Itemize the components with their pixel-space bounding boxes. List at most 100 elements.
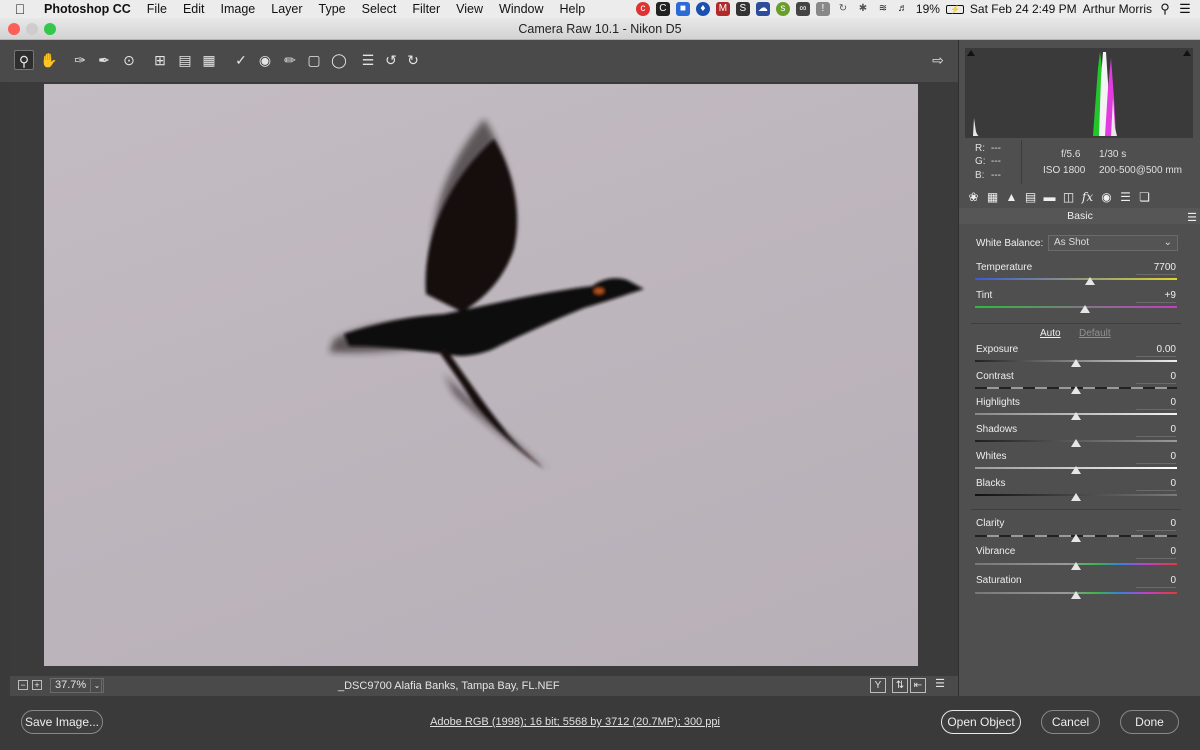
shield-icon[interactable]: S: [735, 2, 750, 16]
vibrance-value[interactable]: 0: [1136, 546, 1176, 559]
dropbox-icon[interactable]: ♦: [695, 2, 710, 16]
before-after-toggle-icon[interactable]: Y: [870, 678, 886, 693]
clarity-value[interactable]: 0: [1136, 518, 1176, 531]
clarity-slider-thumb[interactable]: [1071, 534, 1081, 542]
user-name[interactable]: Arthur Morris: [1083, 2, 1152, 16]
auto-button[interactable]: Auto: [1040, 328, 1061, 339]
zoom-window-button[interactable]: [44, 23, 56, 35]
adjustment-brush-icon[interactable]: ✏: [280, 50, 300, 70]
crop-tool-icon[interactable]: ⊞: [150, 50, 170, 70]
shadows-value[interactable]: 0: [1136, 424, 1176, 437]
image-preview[interactable]: [44, 84, 918, 666]
temperature-slider[interactable]: [975, 278, 1177, 280]
swap-settings-icon[interactable]: ⇅: [892, 678, 908, 693]
menu-type[interactable]: Type: [311, 2, 354, 16]
highlights-value[interactable]: 0: [1136, 397, 1176, 410]
hand-tool-icon[interactable]: ✋: [39, 50, 59, 70]
menu-layer[interactable]: Layer: [263, 2, 310, 16]
tone-curve-tab-icon[interactable]: ▦: [984, 189, 1001, 206]
tint-slider-thumb[interactable]: [1080, 305, 1091, 313]
copy-settings-icon[interactable]: ⇤: [910, 678, 926, 693]
menubar-clock[interactable]: Sat Feb 24 2:49 PM: [970, 2, 1077, 16]
workflow-options-link[interactable]: Adobe RGB (1998); 16 bit; 5568 by 3712 (…: [380, 716, 770, 728]
notification-icon[interactable]: !: [815, 2, 830, 16]
rotate-left-icon[interactable]: ↺: [381, 50, 401, 70]
creative-cloud-icon[interactable]: c: [635, 2, 650, 16]
radial-filter-icon[interactable]: ◯: [329, 50, 349, 70]
sync-icon[interactable]: s: [775, 2, 790, 16]
white-balance-select[interactable]: As Shot ⌄: [1048, 235, 1178, 251]
menu-select[interactable]: Select: [354, 2, 405, 16]
hsl-tab-icon[interactable]: ▤: [1022, 189, 1039, 206]
highlights-slider-thumb[interactable]: [1071, 412, 1081, 420]
malwarebytes-icon[interactable]: M: [715, 2, 730, 16]
exposure-slider-thumb[interactable]: [1071, 359, 1081, 367]
menu-help[interactable]: Help: [552, 2, 594, 16]
contrast-slider-thumb[interactable]: [1071, 386, 1081, 394]
shadows-slider-thumb[interactable]: [1071, 439, 1081, 447]
clipboard-icon[interactable]: C: [655, 2, 670, 16]
volume-icon[interactable]: ♬: [896, 2, 910, 16]
targeted-adjustment-tool-icon[interactable]: ⊙: [119, 50, 139, 70]
wifi-icon[interactable]: ≋: [876, 2, 890, 16]
zoom-dropdown-icon[interactable]: ⌄: [90, 678, 104, 693]
rotate-right-icon[interactable]: ↻: [403, 50, 423, 70]
spot-removal-tool-icon[interactable]: ✓: [231, 50, 251, 70]
lens-corrections-tab-icon[interactable]: ◫: [1060, 189, 1077, 206]
effects-tab-icon[interactable]: fx: [1079, 189, 1096, 206]
shadow-clipping-icon[interactable]: [967, 50, 975, 56]
zoom-in-button[interactable]: +: [32, 680, 42, 690]
menu-image[interactable]: Image: [213, 2, 264, 16]
camera-calibration-tab-icon[interactable]: ◉: [1098, 189, 1115, 206]
saturation-slider-thumb[interactable]: [1071, 591, 1081, 599]
saturation-value[interactable]: 0: [1136, 575, 1176, 588]
menu-edit[interactable]: Edit: [175, 2, 213, 16]
close-window-button[interactable]: [8, 23, 20, 35]
menu-file[interactable]: File: [139, 2, 175, 16]
red-eye-tool-icon[interactable]: ◉: [255, 50, 275, 70]
binoculars-icon[interactable]: ∞: [795, 2, 810, 16]
detail-tab-icon[interactable]: ▲: [1003, 189, 1020, 206]
minimize-window-button[interactable]: [26, 23, 38, 35]
preferences-icon[interactable]: ☰: [358, 50, 378, 70]
vibrance-slider-thumb[interactable]: [1071, 562, 1081, 570]
straighten-tool-icon[interactable]: ▤: [175, 50, 195, 70]
white-balance-tool-icon[interactable]: ✑: [70, 50, 90, 70]
menu-filter[interactable]: Filter: [404, 2, 448, 16]
notification-center-icon[interactable]: ☰: [1178, 2, 1192, 16]
time-machine-icon[interactable]: ↻: [836, 2, 850, 16]
cloud-sync-icon[interactable]: ☁: [755, 2, 770, 16]
color-sampler-tool-icon[interactable]: ✒: [94, 50, 114, 70]
view-settings-icon[interactable]: ☰: [932, 678, 948, 693]
zoom-tool-icon[interactable]: ⚲: [14, 50, 34, 70]
menu-window[interactable]: Window: [491, 2, 551, 16]
transform-tool-icon[interactable]: ▦: [199, 50, 219, 70]
contrast-value[interactable]: 0: [1136, 371, 1176, 384]
default-button[interactable]: Default: [1079, 328, 1111, 339]
tint-slider[interactable]: [975, 306, 1177, 308]
presets-tab-icon[interactable]: ☰: [1117, 189, 1134, 206]
temperature-value[interactable]: 7700: [1136, 262, 1176, 275]
blacks-slider-thumb[interactable]: [1071, 493, 1081, 501]
whites-slider-thumb[interactable]: [1071, 466, 1081, 474]
tint-value[interactable]: +9: [1136, 290, 1176, 303]
battery-icon[interactable]: ⚡: [945, 4, 964, 14]
open-object-button[interactable]: Open Object: [941, 710, 1021, 734]
bluetooth-icon[interactable]: ✱: [856, 2, 870, 16]
temperature-slider-thumb[interactable]: [1085, 277, 1096, 285]
app-menu[interactable]: Photoshop CC: [40, 2, 139, 16]
menu-view[interactable]: View: [448, 2, 491, 16]
snapshots-tab-icon[interactable]: ❏: [1136, 189, 1153, 206]
app-tray-icon[interactable]: ■: [675, 2, 690, 16]
blacks-value[interactable]: 0: [1136, 478, 1176, 491]
zoom-out-button[interactable]: −: [18, 680, 28, 690]
whites-value[interactable]: 0: [1136, 451, 1176, 464]
save-image-button[interactable]: Save Image...: [21, 710, 103, 734]
exposure-value[interactable]: 0.00: [1136, 344, 1176, 357]
cancel-button[interactable]: Cancel: [1041, 710, 1100, 734]
spotlight-icon[interactable]: ⚲: [1158, 2, 1172, 16]
done-button[interactable]: Done: [1120, 710, 1179, 734]
panel-menu-icon[interactable]: ☰: [1187, 210, 1197, 226]
basic-tab-icon[interactable]: ❀: [965, 189, 982, 206]
fullscreen-toggle-icon[interactable]: ⇨: [928, 50, 948, 70]
